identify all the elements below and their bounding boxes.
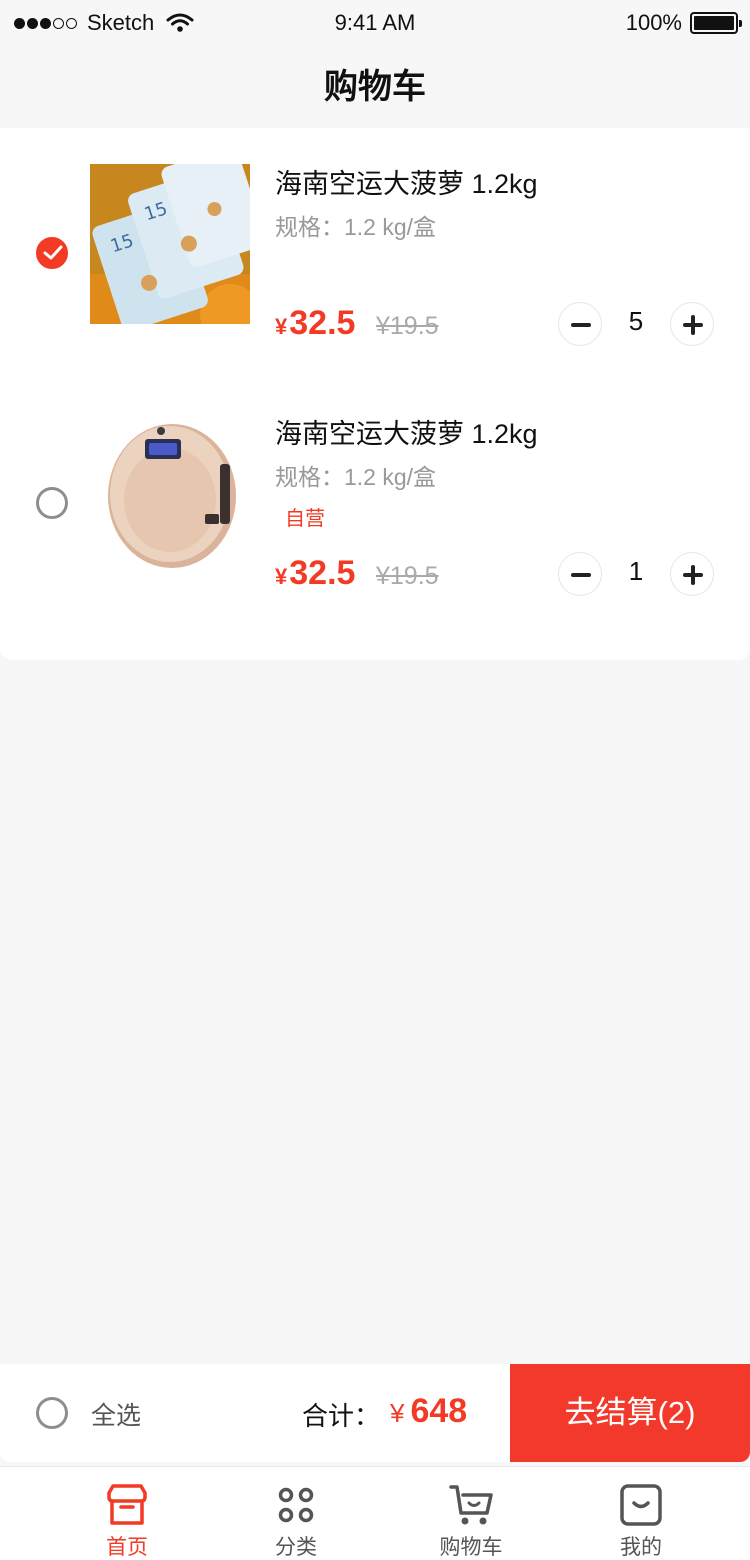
increase-quantity-button[interactable] (670, 552, 714, 596)
total-amount: ¥ 648 (390, 1392, 467, 1431)
decrease-quantity-button[interactable] (558, 302, 602, 346)
tab-category[interactable]: 分类 (216, 1467, 376, 1560)
product-image-snack-bags[interactable]: 15 15 (90, 164, 250, 324)
total-value: 648 (410, 1392, 468, 1430)
product-image-robot-vacuum[interactable] (90, 414, 250, 574)
quantity-value[interactable]: 5 (602, 306, 670, 337)
shopping-cart-page: Sketch 9:41 AM 100% 购物车 15 15 海南空运大菠萝 1.… (0, 0, 750, 1560)
price-value: 32.5 (289, 554, 356, 592)
nav-bar: 购物车 (0, 48, 750, 128)
decrease-quantity-button[interactable] (558, 552, 602, 596)
product-title[interactable]: 海南空运大菠萝 1.2kg (275, 412, 538, 451)
product-price: ¥ 32.5 (275, 554, 355, 593)
tab-cart[interactable]: 购物车 (391, 1467, 551, 1560)
check-icon (43, 245, 63, 260)
total-label: 合计： (302, 1401, 381, 1431)
product-title[interactable]: 海南空运大菠萝 1.2kg (275, 162, 538, 201)
status-right: 100% (625, 10, 742, 36)
select-all-checkbox[interactable] (36, 1397, 68, 1429)
minus-icon (571, 323, 591, 327)
select-all-label[interactable]: 全选 (91, 1396, 141, 1432)
product-spec: 规格：1.2 kg/盒 (275, 214, 437, 240)
cart-icon (449, 1485, 493, 1525)
price-value: 32.5 (289, 304, 356, 342)
tab-home[interactable]: 首页 (47, 1467, 207, 1560)
quantity-stepper: 1 (558, 552, 714, 596)
yen-symbol: ¥ (275, 564, 288, 589)
page-title: 购物车 (324, 68, 426, 106)
tab-label: 首页 (106, 1536, 148, 1559)
cart-item: 海南空运大菠萝 1.2kg 规格：1.2 kg/盒 自营 ¥ 32.5 ¥19.… (0, 378, 750, 628)
status-bar: Sketch 9:41 AM 100% (0, 0, 750, 48)
checkout-bar: 全选 合计： ¥ 648 去结算(2) (0, 1364, 750, 1462)
yen-symbol: ¥ (275, 314, 288, 339)
battery-icon (690, 12, 742, 34)
original-price: ¥19.5 (376, 312, 439, 340)
home-store-icon (107, 1484, 147, 1525)
profile-smile-icon (620, 1484, 662, 1526)
minus-icon (571, 573, 591, 577)
tab-profile[interactable]: 我的 (561, 1467, 721, 1560)
increase-quantity-button[interactable] (670, 302, 714, 346)
self-operated-tag: 自营 (285, 508, 325, 530)
item-checkbox-checked[interactable] (36, 237, 68, 269)
item-checkbox-unchecked[interactable] (36, 487, 68, 519)
cart-list: 15 15 海南空运大菠萝 1.2kg 规格：1.2 kg/盒 ¥ 32.5 ¥… (0, 128, 750, 660)
product-spec: 规格：1.2 kg/盒 (275, 464, 437, 490)
battery-percentage: 100% (625, 10, 682, 35)
tab-label: 我的 (620, 1536, 662, 1559)
product-price: ¥ 32.5 (275, 304, 355, 343)
quantity-value[interactable]: 1 (602, 556, 670, 587)
tab-bar: 首页 分类 购物车 我的 (0, 1466, 750, 1560)
tab-label: 购物车 (439, 1536, 503, 1559)
original-price: ¥19.5 (376, 562, 439, 590)
cart-item: 15 15 海南空运大菠萝 1.2kg 规格：1.2 kg/盒 ¥ 32.5 ¥… (0, 128, 750, 378)
checkout-button[interactable]: 去结算(2) (510, 1364, 750, 1462)
quantity-stepper: 5 (558, 302, 714, 346)
tab-label: 分类 (275, 1536, 317, 1559)
yen-symbol: ¥ (390, 1398, 405, 1428)
category-grid-icon (278, 1487, 314, 1523)
